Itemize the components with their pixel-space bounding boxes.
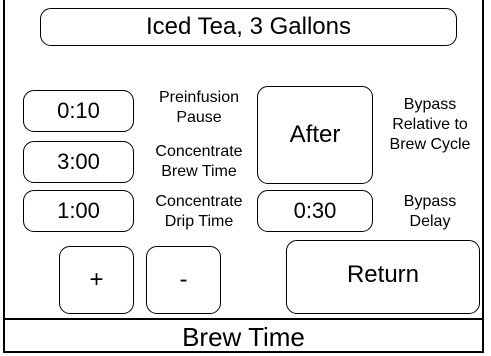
bypass-delay-button[interactable]: 0:30 — [257, 190, 373, 232]
bypass-delay-label: Bypass Delay — [374, 192, 486, 232]
decrement-button[interactable]: - — [146, 246, 221, 314]
bypass-relative-label-line1: Bypass — [403, 96, 457, 113]
concentrate-drip-time-button[interactable]: 1:00 — [23, 190, 134, 232]
status-bar: Brew Time — [3, 318, 484, 354]
bypass-delay-label-line1: Bypass — [403, 193, 457, 210]
recipe-title-button[interactable]: Iced Tea, 3 Gallons — [40, 8, 457, 46]
preinfusion-pause-button[interactable]: 0:10 — [23, 90, 134, 132]
bypass-delay-label-line2: Delay — [409, 213, 451, 230]
concentrate-brew-label-line2: Brew Time — [161, 163, 237, 180]
concentrate-brew-time-button[interactable]: 3:00 — [23, 141, 134, 183]
bypass-relative-button[interactable]: After — [257, 86, 373, 184]
concentrate-brew-label-line1: Concentrate — [155, 143, 243, 160]
preinfusion-label-line2: Pause — [176, 109, 222, 126]
concentrate-drip-time-label: Concentrate Drip Time — [140, 192, 258, 232]
preinfusion-label-line1: Preinfusion — [158, 89, 240, 106]
return-button[interactable]: Return — [286, 240, 480, 314]
bypass-relative-label: Bypass Relative to Brew Cycle — [374, 95, 486, 155]
increment-button[interactable]: + — [59, 246, 134, 314]
preinfusion-pause-label: Preinfusion Pause — [140, 88, 258, 128]
concentrate-drip-label-line2: Drip Time — [164, 213, 234, 230]
concentrate-brew-time-label: Concentrate Brew Time — [140, 142, 258, 182]
concentrate-drip-label-line1: Concentrate — [155, 193, 243, 210]
bypass-relative-label-line3: Brew Cycle — [389, 136, 471, 153]
bypass-relative-label-line2: Relative to — [392, 116, 468, 133]
